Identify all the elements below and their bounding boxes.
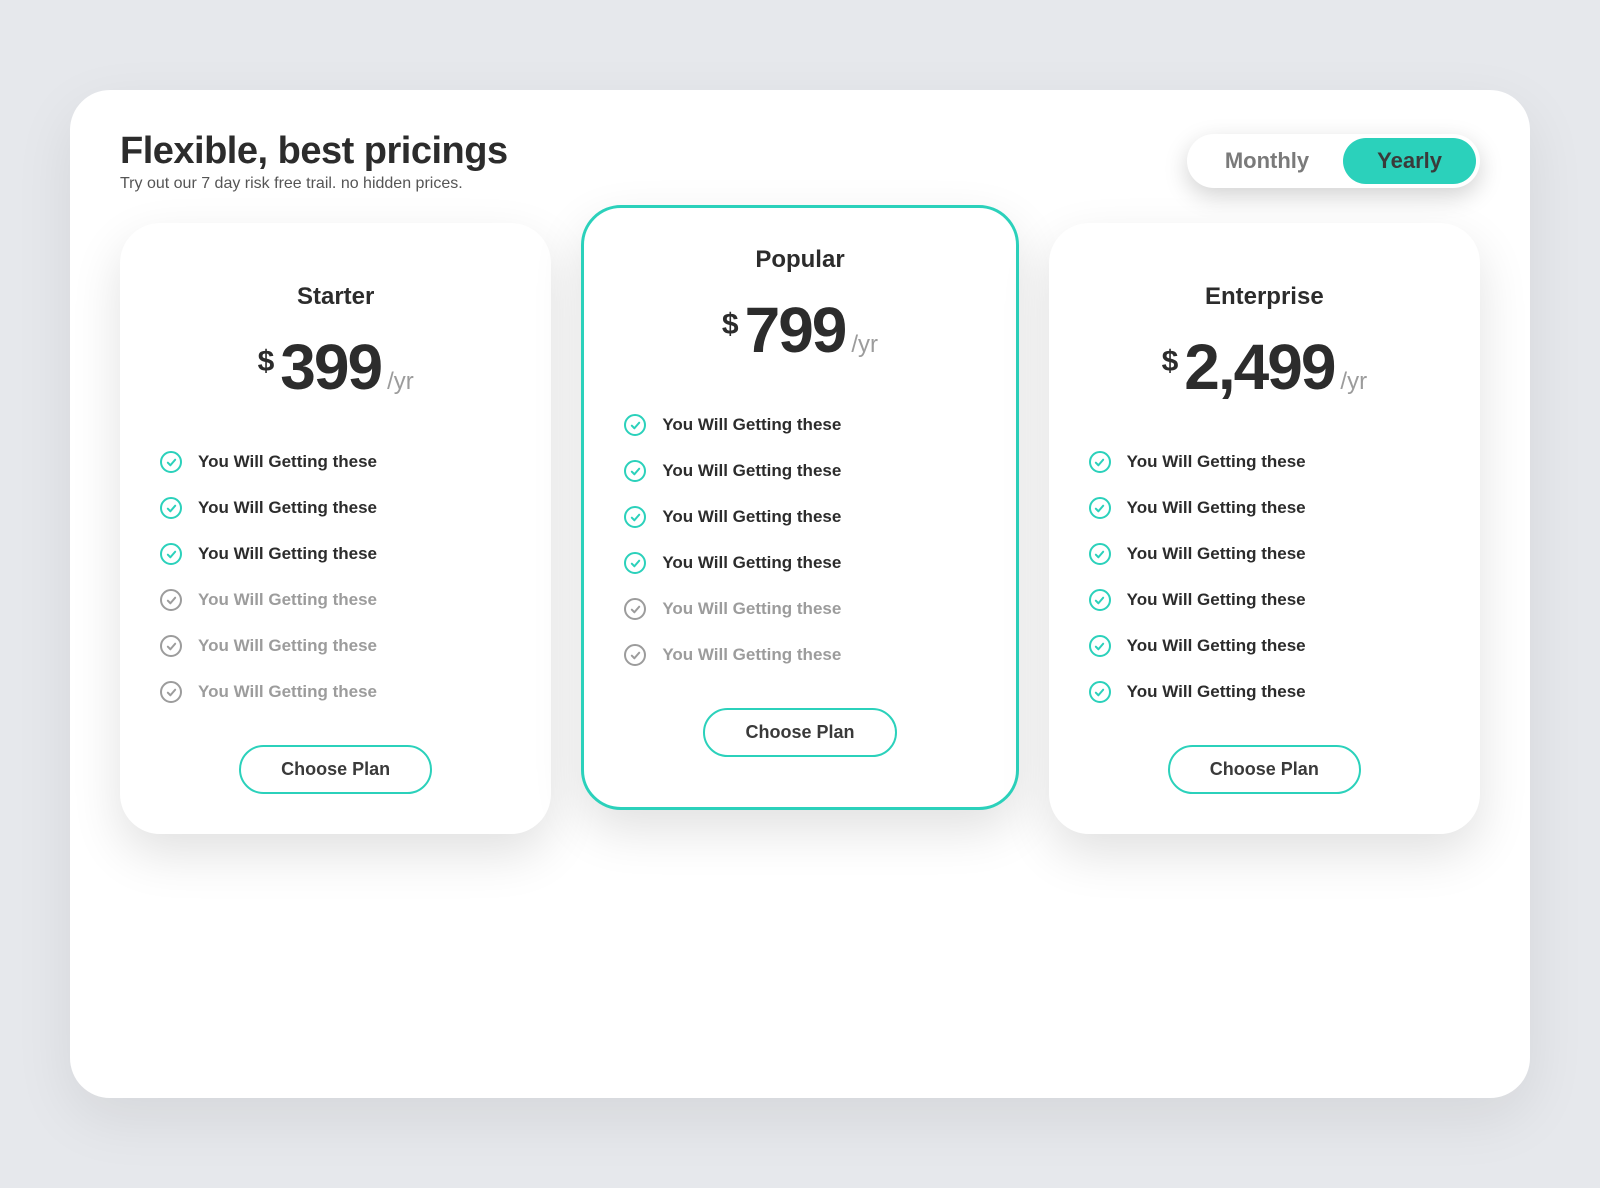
currency-symbol: $ bbox=[258, 345, 275, 379]
plan-name: Enterprise bbox=[1205, 283, 1324, 311]
feature-item: You Will Getting these bbox=[1089, 623, 1440, 669]
page-title: Flexible, best pricings bbox=[120, 130, 508, 173]
plan-name: Popular bbox=[755, 246, 844, 274]
feature-text: You Will Getting these bbox=[1127, 682, 1306, 702]
check-circle-icon bbox=[1089, 451, 1111, 473]
billing-toggle: Monthly Yearly bbox=[1187, 134, 1480, 188]
feature-list: You Will Getting these You Will Getting t… bbox=[160, 439, 511, 715]
feature-list: You Will Getting these You Will Getting t… bbox=[1089, 439, 1440, 715]
feature-text: You Will Getting these bbox=[1127, 452, 1306, 472]
pricing-card-enterprise: Enterprise $2,499/yr You Will Getting thes… bbox=[1049, 223, 1480, 834]
price-row: $399/yr bbox=[258, 335, 414, 399]
header-row: Flexible, best pricings Try out our 7 da… bbox=[120, 130, 1480, 193]
feature-item: You Will Getting these bbox=[160, 531, 511, 577]
currency-symbol: $ bbox=[722, 308, 739, 342]
pricing-card-starter: Starter$399/yrYou Will Getting theseYou … bbox=[120, 223, 551, 834]
pricing-card-popular: Popular$799/yrYou Will Getting theseYou … bbox=[581, 205, 1018, 810]
feature-list: You Will Getting these You Will Getting t… bbox=[624, 402, 975, 678]
feature-text: You Will Getting these bbox=[662, 645, 841, 665]
price-value: 2,499 bbox=[1184, 335, 1334, 399]
feature-text: You Will Getting these bbox=[198, 452, 377, 472]
check-circle-icon bbox=[160, 635, 182, 657]
feature-item: You Will Getting these bbox=[160, 439, 511, 485]
feature-text: You Will Getting these bbox=[198, 544, 377, 564]
feature-text: You Will Getting these bbox=[198, 636, 377, 656]
feature-text: You Will Getting these bbox=[198, 590, 377, 610]
feature-item: You Will Getting these bbox=[160, 623, 511, 669]
feature-text: You Will Getting these bbox=[662, 599, 841, 619]
feature-text: You Will Getting these bbox=[662, 415, 841, 435]
check-circle-icon bbox=[624, 598, 646, 620]
price-period: /yr bbox=[387, 368, 414, 396]
feature-item: You Will Getting these bbox=[1089, 669, 1440, 715]
price-value: 799 bbox=[745, 298, 846, 362]
price-row: $2,499/yr bbox=[1162, 335, 1368, 399]
choose-plan-button[interactable]: Choose Plan bbox=[239, 745, 432, 794]
check-circle-icon bbox=[624, 414, 646, 436]
currency-symbol: $ bbox=[1162, 345, 1179, 379]
feature-item: You Will Getting these bbox=[1089, 485, 1440, 531]
feature-item: You Will Getting these bbox=[624, 448, 975, 494]
page-subtitle: Try out our 7 day risk free trail. no hi… bbox=[120, 175, 508, 193]
price-value: 399 bbox=[280, 335, 381, 399]
plan-name: Starter bbox=[297, 283, 374, 311]
price-row: $799/yr bbox=[722, 298, 878, 362]
check-circle-icon bbox=[1089, 635, 1111, 657]
check-circle-icon bbox=[160, 451, 182, 473]
check-circle-icon bbox=[624, 644, 646, 666]
feature-text: You Will Getting these bbox=[1127, 498, 1306, 518]
feature-text: You Will Getting these bbox=[198, 498, 377, 518]
price-period: /yr bbox=[851, 331, 878, 359]
feature-item: You Will Getting these bbox=[160, 485, 511, 531]
choose-plan-button[interactable]: Choose Plan bbox=[1168, 745, 1361, 794]
toggle-monthly[interactable]: Monthly bbox=[1191, 138, 1343, 184]
choose-plan-button[interactable]: Choose Plan bbox=[703, 708, 896, 757]
feature-item: You Will Getting these bbox=[1089, 439, 1440, 485]
check-circle-icon bbox=[624, 506, 646, 528]
pricing-panel: Flexible, best pricings Try out our 7 da… bbox=[70, 90, 1530, 1098]
feature-item: You Will Getting these bbox=[624, 540, 975, 586]
price-period: /yr bbox=[1340, 368, 1367, 396]
feature-item: You Will Getting these bbox=[624, 402, 975, 448]
feature-text: You Will Getting these bbox=[1127, 590, 1306, 610]
feature-text: You Will Getting these bbox=[198, 682, 377, 702]
feature-item: You Will Getting these bbox=[1089, 531, 1440, 577]
feature-text: You Will Getting these bbox=[662, 553, 841, 573]
pricing-cards: Starter$399/yrYou Will Getting theseYou … bbox=[120, 223, 1480, 834]
feature-text: You Will Getting these bbox=[662, 461, 841, 481]
toggle-yearly[interactable]: Yearly bbox=[1343, 138, 1476, 184]
check-circle-icon bbox=[1089, 589, 1111, 611]
check-circle-icon bbox=[624, 460, 646, 482]
feature-item: You Will Getting these bbox=[1089, 577, 1440, 623]
check-circle-icon bbox=[624, 552, 646, 574]
check-circle-icon bbox=[160, 497, 182, 519]
check-circle-icon bbox=[160, 589, 182, 611]
feature-item: You Will Getting these bbox=[160, 669, 511, 715]
feature-text: You Will Getting these bbox=[1127, 544, 1306, 564]
feature-item: You Will Getting these bbox=[160, 577, 511, 623]
feature-text: You Will Getting these bbox=[662, 507, 841, 527]
feature-item: You Will Getting these bbox=[624, 586, 975, 632]
check-circle-icon bbox=[1089, 543, 1111, 565]
check-circle-icon bbox=[160, 543, 182, 565]
check-circle-icon bbox=[160, 681, 182, 703]
check-circle-icon bbox=[1089, 681, 1111, 703]
feature-item: You Will Getting these bbox=[624, 632, 975, 678]
feature-item: You Will Getting these bbox=[624, 494, 975, 540]
check-circle-icon bbox=[1089, 497, 1111, 519]
feature-text: You Will Getting these bbox=[1127, 636, 1306, 656]
header-text: Flexible, best pricings Try out our 7 da… bbox=[120, 130, 508, 193]
